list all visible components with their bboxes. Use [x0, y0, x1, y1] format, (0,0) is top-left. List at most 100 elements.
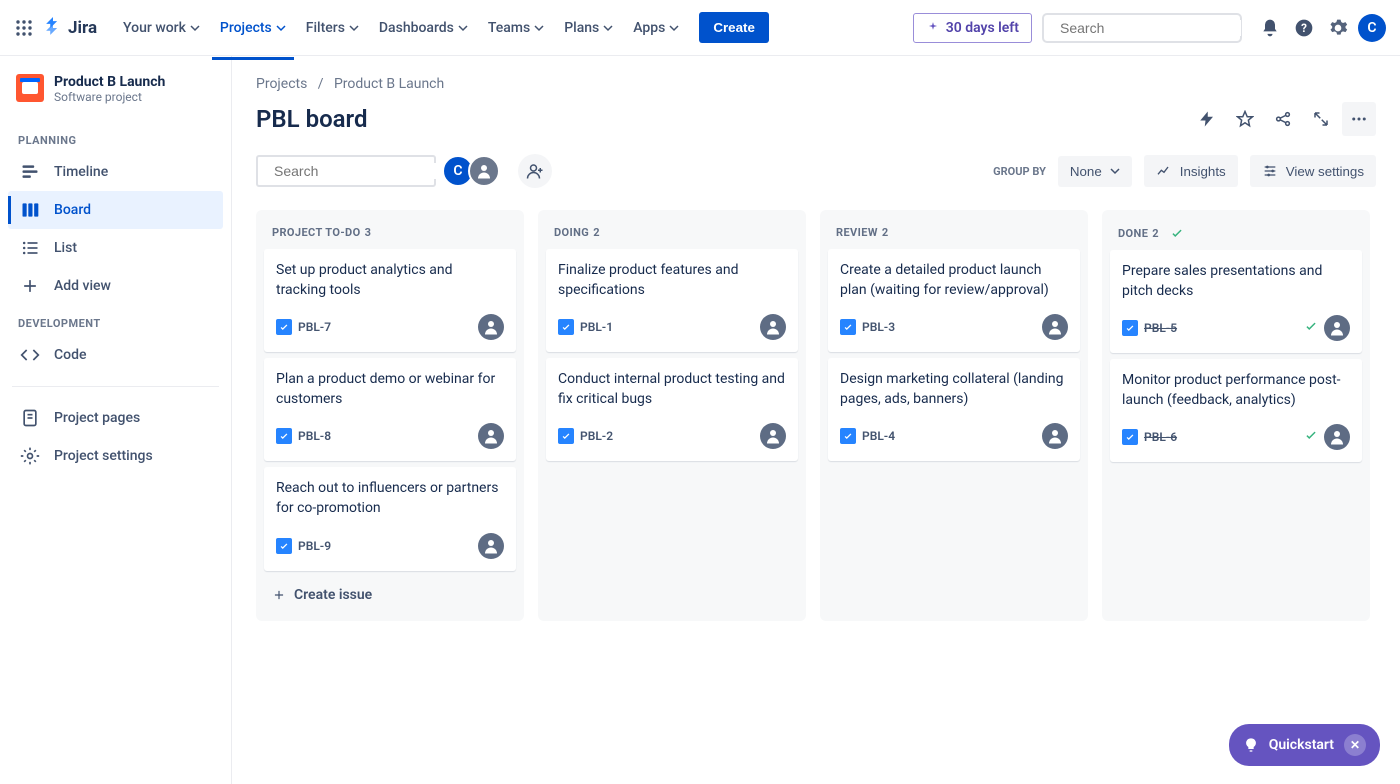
add-people-button[interactable] — [518, 154, 552, 188]
sidebar-item-list[interactable]: List — [8, 229, 223, 267]
top-search[interactable] — [1042, 13, 1242, 43]
create-issue-button[interactable]: Create issue — [264, 577, 516, 613]
issue-card[interactable]: Reach out to influencers or partners for… — [264, 467, 516, 570]
board-search-input[interactable] — [274, 163, 455, 179]
sidebar-item-timeline[interactable]: Timeline — [8, 153, 223, 191]
issue-card[interactable]: Create a detailed product launch plan (w… — [828, 249, 1080, 352]
board-column: DONE 2 Prepare sales presentations and p… — [1102, 210, 1370, 621]
issue-card[interactable]: Design marketing collateral (landing pag… — [828, 358, 1080, 461]
view-settings-button[interactable]: View settings — [1250, 155, 1376, 187]
assignee-avatar[interactable] — [478, 423, 504, 449]
assignee-avatar[interactable] — [1042, 314, 1068, 340]
assignee-avatar[interactable] — [478, 533, 504, 559]
close-icon[interactable]: ✕ — [1344, 734, 1366, 756]
task-type-icon — [276, 428, 292, 444]
days-left-pill[interactable]: 30 days left — [913, 13, 1032, 43]
issue-title: Monitor product performance post-launch … — [1122, 371, 1350, 410]
sliders-icon — [1262, 163, 1278, 179]
project-avatar-icon — [16, 74, 44, 102]
column-header[interactable]: PROJECT TO-DO 3 — [264, 218, 516, 249]
sparkle-icon — [926, 21, 940, 35]
assignee-avatar[interactable] — [1324, 315, 1350, 341]
breadcrumb-projects[interactable]: Projects — [256, 76, 307, 92]
groupby-button[interactable]: None — [1058, 156, 1132, 187]
task-type-icon — [276, 538, 292, 554]
column-header[interactable]: REVIEW 2 — [828, 218, 1080, 249]
help-icon[interactable]: ? — [1288, 12, 1320, 44]
chevron-down-icon — [1110, 166, 1120, 176]
fullscreen-icon[interactable] — [1304, 102, 1338, 136]
column-header[interactable]: DONE 2 — [1110, 218, 1362, 250]
list-icon — [20, 238, 40, 258]
issue-key: PBL-9 — [298, 539, 331, 553]
settings-icon[interactable] — [1322, 12, 1354, 44]
task-type-icon — [1122, 320, 1138, 336]
issue-card[interactable]: Monitor product performance post-launch … — [1110, 359, 1362, 462]
task-type-icon — [840, 319, 856, 335]
issue-card[interactable]: Finalize product features and specificat… — [546, 249, 798, 352]
done-check-icon — [1304, 319, 1318, 337]
column-header[interactable]: DOING 2 — [546, 218, 798, 249]
project-subtitle: Software project — [54, 90, 165, 104]
assignee-avatar[interactable] — [1324, 424, 1350, 450]
insights-button[interactable]: Insights — [1144, 155, 1238, 187]
sidebar-item-board[interactable]: Board — [8, 191, 223, 229]
issue-card[interactable]: Conduct internal product testing and fix… — [546, 358, 798, 461]
notifications-icon[interactable] — [1254, 12, 1286, 44]
board-column: REVIEW 2 Create a detailed product launc… — [820, 210, 1088, 621]
issue-title: Design marketing collateral (landing pag… — [840, 370, 1068, 409]
nav-your-work[interactable]: Your work — [115, 12, 208, 44]
assignee-avatar[interactable] — [478, 314, 504, 340]
jira-logo[interactable]: Jira — [42, 17, 97, 39]
app-switcher-icon[interactable] — [12, 16, 36, 40]
avatar-stack[interactable]: C — [448, 155, 500, 187]
plus-icon — [272, 588, 286, 602]
groupby-label: GROUP BY — [993, 165, 1046, 178]
issue-title: Reach out to influencers or partners for… — [276, 479, 504, 518]
assignee-avatar[interactable] — [1042, 423, 1068, 449]
sidebar-item-project-settings[interactable]: Project settings — [8, 437, 223, 475]
issue-card[interactable]: Set up product analytics and tracking to… — [264, 249, 516, 352]
nav-projects[interactable]: Projects — [212, 12, 294, 44]
issue-card[interactable]: Plan a product demo or webinar for custo… — [264, 358, 516, 461]
breadcrumb-project[interactable]: Product B Launch — [334, 76, 444, 92]
more-icon[interactable] — [1342, 102, 1376, 136]
user-avatar[interactable]: C — [1356, 12, 1388, 44]
issue-key: PBL-6 — [1144, 430, 1177, 444]
chart-icon — [1156, 163, 1172, 179]
top-search-input[interactable] — [1060, 20, 1241, 36]
section-planning: PLANNING — [8, 122, 223, 153]
share-icon[interactable] — [1266, 102, 1300, 136]
issue-key: PBL-1 — [580, 320, 613, 334]
done-check-icon — [1304, 428, 1318, 446]
automation-icon[interactable] — [1190, 102, 1224, 136]
section-development: DEVELOPMENT — [8, 305, 223, 336]
top-nav: Jira Your work Projects Filters Dashboar… — [0, 0, 1400, 56]
board-search[interactable] — [256, 155, 436, 187]
board-column: PROJECT TO-DO 3 Set up product analytics… — [256, 210, 524, 621]
nav-teams[interactable]: Teams — [480, 12, 552, 44]
issue-key: PBL-2 — [580, 429, 613, 443]
sidebar-item-project-pages[interactable]: Project pages — [8, 399, 223, 437]
task-type-icon — [558, 428, 574, 444]
assignee-avatar[interactable] — [760, 423, 786, 449]
issue-key: PBL-3 — [862, 320, 895, 334]
star-icon[interactable] — [1228, 102, 1262, 136]
avatar-unassigned[interactable] — [468, 155, 500, 187]
nav-plans[interactable]: Plans — [556, 12, 621, 44]
nav-apps[interactable]: Apps — [625, 12, 687, 44]
sidebar-item-code[interactable]: Code — [8, 336, 223, 374]
sidebar-item-add-view[interactable]: Add view — [8, 267, 223, 305]
assignee-avatar[interactable] — [760, 314, 786, 340]
task-type-icon — [840, 428, 856, 444]
issue-card[interactable]: Prepare sales presentations and pitch de… — [1110, 250, 1362, 353]
main-content: Projects / Product B Launch PBL board C — [232, 56, 1400, 784]
breadcrumb: Projects / Product B Launch — [256, 76, 1376, 92]
task-type-icon — [1122, 429, 1138, 445]
quickstart-button[interactable]: Quickstart ✕ — [1229, 724, 1380, 766]
create-button[interactable]: Create — [699, 12, 769, 43]
issue-title: Create a detailed product launch plan (w… — [840, 261, 1068, 300]
nav-filters[interactable]: Filters — [298, 12, 367, 44]
nav-dashboards[interactable]: Dashboards — [371, 12, 476, 44]
project-header[interactable]: Product B Launch Software project — [8, 74, 223, 122]
